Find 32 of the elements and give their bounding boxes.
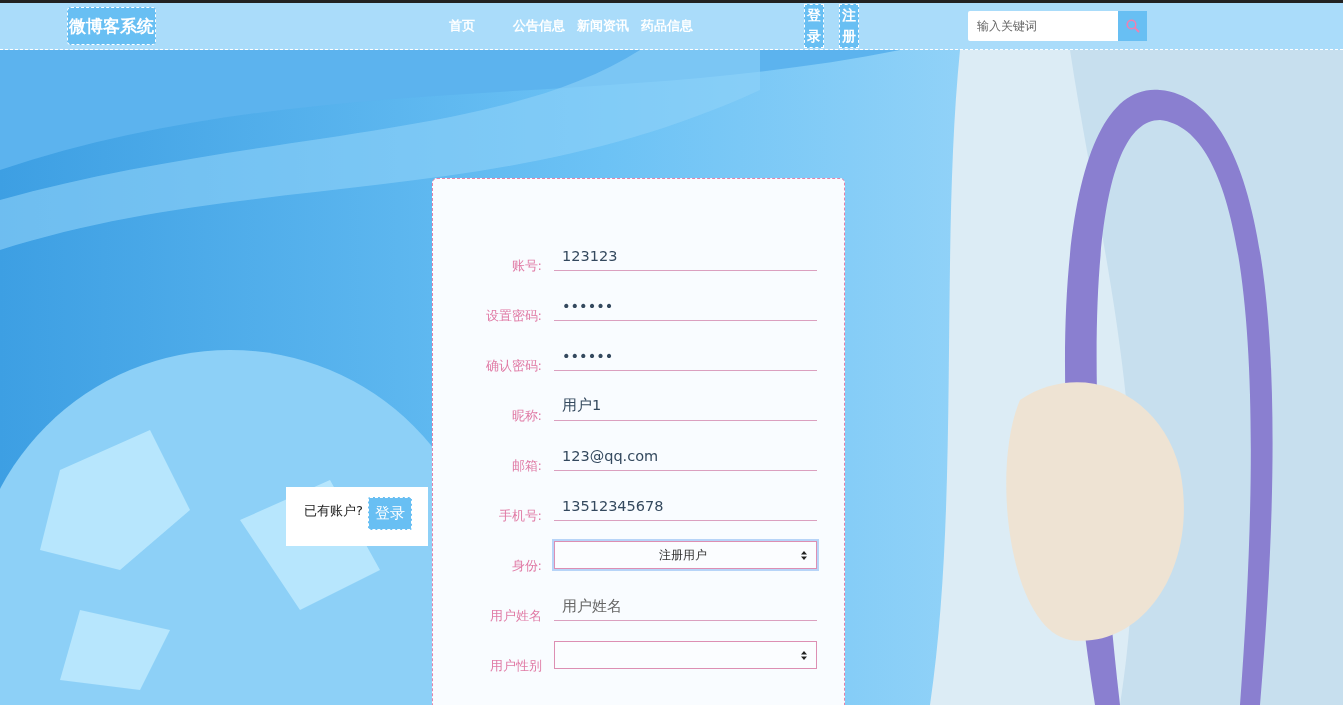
field-label: 用户性别 bbox=[489, 657, 542, 675]
login-button[interactable]: 登录 bbox=[367, 497, 412, 530]
field-label: 邮箱: bbox=[510, 457, 542, 475]
header-button[interactable]: 注册 bbox=[839, 4, 859, 48]
nav-link[interactable]: 公告信息 bbox=[507, 17, 571, 35]
nav-link[interactable]: 新闻资讯 bbox=[571, 17, 635, 35]
field-label: 手机号: bbox=[497, 507, 542, 525]
sort-arrows-icon bbox=[801, 650, 807, 660]
text-field[interactable]: 用户姓名 bbox=[554, 591, 817, 621]
field-label: 身份: bbox=[510, 557, 542, 575]
search-field[interactable]: 输入关键词 bbox=[968, 11, 1118, 41]
text-field[interactable]: 123123 bbox=[554, 241, 817, 271]
field-label: 用户姓名 bbox=[489, 607, 542, 625]
search-button[interactable] bbox=[1118, 11, 1147, 41]
sort-arrows-icon bbox=[801, 550, 807, 560]
select-field[interactable] bbox=[554, 641, 817, 669]
site-logo[interactable]: 微博客系统 bbox=[67, 7, 156, 45]
field-label: 账号: bbox=[510, 257, 542, 275]
text-field[interactable]: 用户1 bbox=[554, 391, 817, 421]
field-label: 昵称: bbox=[510, 407, 542, 425]
text-field[interactable]: 123@qq.com bbox=[554, 441, 817, 471]
text-field[interactable]: •••••• bbox=[554, 341, 817, 371]
search-icon bbox=[1125, 19, 1140, 33]
prompt-text: 已有账户? bbox=[304, 502, 363, 520]
field-label: 确认密码: bbox=[484, 357, 542, 375]
text-field[interactable]: 13512345678 bbox=[554, 491, 817, 521]
field-label: 设置密码: bbox=[484, 307, 542, 325]
header-button[interactable]: 登录 bbox=[804, 4, 824, 48]
nav-link[interactable]: 药品信息 bbox=[635, 17, 699, 35]
nav-link[interactable]: 首页 bbox=[443, 17, 481, 35]
select-field[interactable]: 注册用户 bbox=[554, 541, 817, 569]
text-field[interactable]: •••••• bbox=[554, 291, 817, 321]
